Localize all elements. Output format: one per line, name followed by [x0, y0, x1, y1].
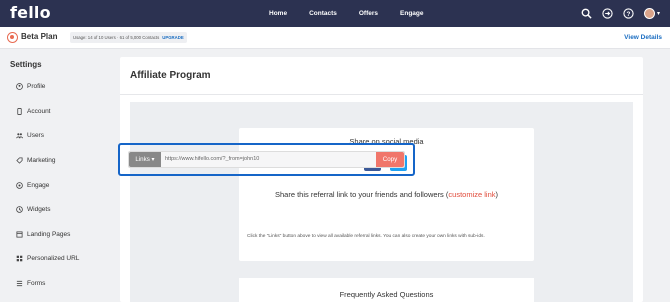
sidebar-item-forms[interactable]: Forms: [16, 277, 45, 289]
share-referral-text: Share this referral link to your friends…: [274, 190, 449, 199]
plan-icon: [7, 32, 18, 43]
top-nav: fello Home Contacts Offers Engage ? ▾: [0, 0, 670, 27]
nav-link-offers[interactable]: Offers: [359, 10, 378, 17]
caret-down-icon: ▾: [151, 156, 155, 163]
usage-text: Usage: 14 of 10 Users · 61 of 5,000 Cont…: [73, 35, 160, 40]
page-title: Affiliate Program: [130, 70, 211, 81]
usage-badge: Usage: 14 of 10 Users · 61 of 5,000 Cont…: [70, 32, 187, 43]
share-referral-heading: Share this referral link to your friends…: [239, 190, 534, 199]
sidebar-item-engage[interactable]: Engage: [16, 179, 49, 191]
help-text: Click the "Links" button above to view a…: [247, 234, 485, 239]
sidebar-item-label: Profile: [27, 82, 46, 90]
sidebar-item-label: Engage: [27, 181, 50, 189]
share-referral-suffix: ): [495, 190, 499, 199]
plan-title: Beta Plan: [21, 32, 58, 41]
engage-icon: [16, 181, 23, 189]
search-icon[interactable]: [581, 8, 593, 20]
plan-bar: Beta Plan Usage: 14 of 10 Users · 61 of …: [0, 27, 670, 49]
faq-card: Frequently Asked Questions: [239, 278, 534, 302]
nav-links: Home Contacts Offers Engage: [269, 0, 446, 27]
sidebar-item-personalized-url[interactable]: Personalized URL: [16, 252, 79, 264]
main-panel: Affiliate Program Share on social media …: [120, 57, 643, 302]
sidebar-item-marketing[interactable]: Marketing: [16, 154, 56, 166]
upgrade-link[interactable]: UPGRADE: [162, 35, 184, 40]
referral-url[interactable]: https://www.hifello.com/?_from=john10: [165, 156, 259, 162]
widgets-icon: [16, 205, 23, 213]
svg-text:?: ?: [627, 11, 631, 18]
faq-title: Frequently Asked Questions: [339, 290, 434, 299]
forms-icon: [16, 280, 23, 287]
sidebar-item-account[interactable]: Account: [16, 105, 51, 117]
landing-pages-icon: [16, 230, 23, 238]
login-icon[interactable]: [602, 8, 614, 20]
affiliate-content: Share on social media f Share this refer…: [130, 102, 633, 302]
profile-icon: [16, 82, 23, 90]
links-button-label: Links: [135, 156, 150, 163]
settings-sidebar: Settings Profile Account Users Marketing…: [0, 50, 120, 302]
customize-link[interactable]: customize link: [448, 190, 495, 199]
divider: [120, 94, 643, 95]
help-icon[interactable]: ?: [623, 8, 635, 20]
nav-icons: ? ▾: [572, 0, 660, 27]
sidebar-title: Settings: [10, 60, 42, 69]
sidebar-item-landing-pages[interactable]: Landing Pages: [16, 228, 70, 240]
sidebar-item-label: Users: [27, 131, 44, 139]
referral-link-field: Links ▾ https://www.hifello.com/?_from=j…: [128, 151, 405, 168]
sidebar-item-label: Account: [27, 107, 51, 115]
sidebar-item-widgets[interactable]: Widgets: [16, 203, 50, 215]
view-details-link[interactable]: View Details: [624, 34, 662, 41]
sidebar-item-users[interactable]: Users: [16, 129, 44, 141]
sidebar-item-profile[interactable]: Profile: [16, 80, 45, 92]
referral-link-highlight: Links ▾ https://www.hifello.com/?_from=j…: [118, 143, 415, 176]
sidebar-item-label: Forms: [27, 279, 46, 287]
sidebar-item-label: Widgets: [27, 205, 51, 213]
links-dropdown-button[interactable]: Links ▾: [129, 152, 161, 167]
sidebar-item-label: Marketing: [27, 156, 56, 164]
url-icon: [16, 255, 23, 262]
nav-link-home[interactable]: Home: [269, 10, 287, 17]
copy-button[interactable]: Copy: [376, 152, 404, 167]
fello-logo[interactable]: fello: [10, 3, 51, 22]
chevron-down-icon[interactable]: ▾: [657, 10, 660, 17]
marketing-icon: [16, 156, 23, 164]
sidebar-item-label: Landing Pages: [27, 230, 71, 238]
sidebar-item-label: Personalized URL: [27, 254, 80, 262]
account-icon: [16, 107, 23, 115]
nav-link-contacts[interactable]: Contacts: [309, 10, 337, 17]
nav-link-engage[interactable]: Engage: [400, 10, 423, 17]
users-icon: [16, 132, 23, 139]
avatar[interactable]: [643, 8, 655, 19]
